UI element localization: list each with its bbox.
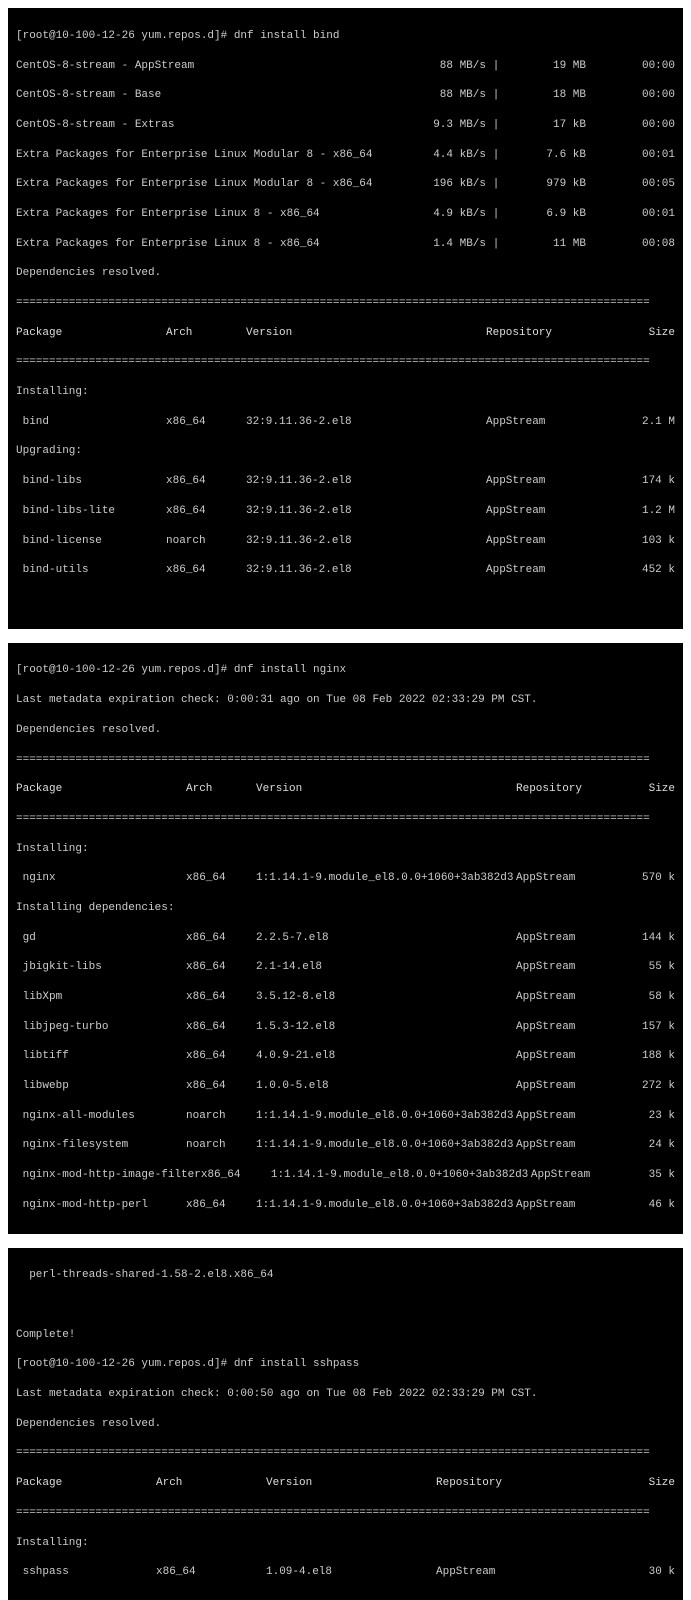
tail-line: perl-threads-shared-1.58-2.el8.x86_64 [16, 1268, 675, 1283]
column-header: PackageArchVersionRepositorySize [16, 782, 675, 797]
terminal-block-3: perl-threads-shared-1.58-2.el8.x86_64 Co… [8, 1248, 683, 1600]
deps-line: Dependencies resolved. [16, 266, 675, 281]
pkg-row: bindx86_6432:9.11.36-2.el8AppStream2.1 M [16, 415, 675, 430]
complete-line: Complete! [16, 1328, 675, 1343]
pkg-row: nginx-filesystemnoarch1:1.14.1-9.module_… [16, 1138, 675, 1153]
prompt-line: [root@10-100-12-26 yum.repos.d]# dnf ins… [16, 663, 675, 678]
terminal-block-2: [root@10-100-12-26 yum.repos.d]# dnf ins… [8, 643, 683, 1234]
rule: ========================================… [16, 812, 675, 827]
column-header: PackageArchVersionRepositorySize [16, 1476, 675, 1491]
download-row: CentOS-8-stream - Base88 MB/s|18 MB00:00 [16, 88, 675, 103]
deps-line: Dependencies resolved. [16, 723, 675, 738]
section-label: Installing: [16, 1536, 675, 1551]
pkg-row: jbigkit-libsx86_642.1-14.el8AppStream55 … [16, 960, 675, 975]
meta-line: Last metadata expiration check: 0:00:31 … [16, 693, 675, 708]
section-label: Installing: [16, 385, 675, 400]
download-row: Extra Packages for Enterprise Linux 8 - … [16, 237, 675, 252]
prompt-line: [root@10-100-12-26 yum.repos.d]# dnf ins… [16, 29, 675, 44]
download-row: Extra Packages for Enterprise Linux Modu… [16, 177, 675, 192]
pkg-row: nginx-mod-http-image-filterx86_641:1.14.… [16, 1168, 675, 1183]
pkg-row: nginx-mod-http-perlx86_641:1.14.1-9.modu… [16, 1198, 675, 1213]
rule: ========================================… [16, 1506, 675, 1521]
pkg-row: bind-utilsx86_6432:9.11.36-2.el8AppStrea… [16, 563, 675, 578]
section-label: Installing: [16, 842, 675, 857]
pkg-row: bind-licensenoarch32:9.11.36-2.el8AppStr… [16, 534, 675, 549]
prompt-line: [root@10-100-12-26 yum.repos.d]# dnf ins… [16, 1357, 675, 1372]
rule: ========================================… [16, 355, 675, 370]
pkg-row: libjpeg-turbox86_641.5.3-12.el8AppStream… [16, 1020, 675, 1035]
pkg-row: gdx86_642.2.5-7.el8AppStream144 k [16, 931, 675, 946]
pkg-row: libXpmx86_643.5.12-8.el8AppStream58 k [16, 990, 675, 1005]
section-label: Upgrading: [16, 444, 675, 459]
download-row: Extra Packages for Enterprise Linux Modu… [16, 148, 675, 163]
meta-line: Last metadata expiration check: 0:00:50 … [16, 1387, 675, 1402]
download-row: CentOS-8-stream - Extras9.3 MB/s|17 kB00… [16, 118, 675, 133]
pkg-row: nginx-all-modulesnoarch1:1.14.1-9.module… [16, 1109, 675, 1124]
pkg-row: bind-libsx86_6432:9.11.36-2.el8AppStream… [16, 474, 675, 489]
pkg-row: nginxx86_641:1.14.1-9.module_el8.0.0+106… [16, 871, 675, 886]
download-row: Extra Packages for Enterprise Linux 8 - … [16, 207, 675, 222]
rule: ========================================… [16, 753, 675, 768]
rule: ========================================… [16, 1446, 675, 1461]
terminal-block-1: [root@10-100-12-26 yum.repos.d]# dnf ins… [8, 8, 683, 629]
section-label: Installing dependencies: [16, 901, 675, 916]
deps-line: Dependencies resolved. [16, 1417, 675, 1432]
column-header: PackageArchVersionRepositorySize [16, 326, 675, 341]
download-row: CentOS-8-stream - AppStream88 MB/s|19 MB… [16, 59, 675, 74]
pkg-row: libtiffx86_644.0.9-21.el8AppStream188 k [16, 1049, 675, 1064]
pkg-row: sshpassx86_641.09-4.el8AppStream30 k [16, 1565, 675, 1580]
pkg-row: libwebpx86_641.0.0-5.el8AppStream272 k [16, 1079, 675, 1094]
pkg-row: bind-libs-litex86_6432:9.11.36-2.el8AppS… [16, 504, 675, 519]
rule: ========================================… [16, 296, 675, 311]
